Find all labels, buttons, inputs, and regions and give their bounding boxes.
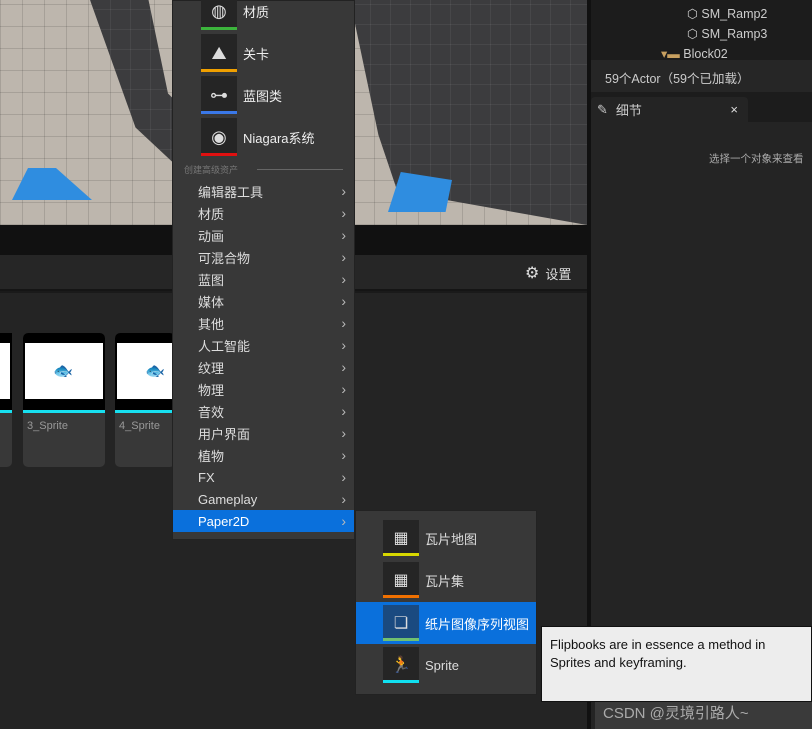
menu-item-11[interactable]: 用户界面 › bbox=[173, 422, 354, 444]
menu-item-7[interactable]: 人工智能 › bbox=[173, 334, 354, 356]
add-asset-menu: ◍ 材质 ⛰ 关卡 ⊶ 蓝图类 ◉ Niagara系统 创建高级资产 编辑器工具 › 材质 ›… bbox=[172, 0, 355, 540]
submenu-item-flipbook[interactable]: ❏ 纸片图像序列视图 bbox=[356, 602, 536, 644]
close-icon[interactable]: × bbox=[730, 102, 738, 117]
outliner-folder[interactable]: ▾▬ Block02 bbox=[661, 46, 728, 61]
menu-item-15[interactable]: Paper2D › bbox=[173, 510, 354, 532]
niagara-cube-icon: ◉ bbox=[201, 118, 237, 156]
folder-icon: ▾▬ bbox=[661, 47, 684, 61]
chevron-right-icon: › bbox=[341, 469, 346, 485]
submenu-item-sprite[interactable]: 🏃 Sprite bbox=[356, 644, 536, 686]
menu-item-14[interactable]: Gameplay › bbox=[173, 488, 354, 510]
gear-icon: ⚙ bbox=[525, 265, 540, 282]
pencil-icon: ✎ bbox=[597, 101, 608, 117]
chevron-right-icon: › bbox=[341, 337, 346, 353]
chevron-right-icon: › bbox=[341, 447, 346, 463]
wall-shape bbox=[350, 0, 587, 225]
paper2d-submenu: ▦ 瓦片地图 ▦ 瓦片集 ❏ 纸片图像序列视图 🏃 Sprite bbox=[355, 510, 537, 695]
section-header: 创建高级资产 bbox=[184, 165, 239, 175]
menu-item-blueprint-class[interactable]: ⊶ 蓝图类 bbox=[201, 75, 282, 115]
chevron-right-icon: › bbox=[341, 227, 346, 243]
chevron-right-icon: › bbox=[341, 249, 346, 265]
asset-thumbnail[interactable]: 🐟 4_Sprite bbox=[115, 333, 175, 467]
chevron-right-icon: › bbox=[341, 513, 346, 529]
menu-item-5[interactable]: 媒体 › bbox=[173, 290, 354, 312]
chevron-right-icon: › bbox=[341, 293, 346, 309]
checker-sphere-icon: ◍ bbox=[201, 0, 237, 30]
divider bbox=[257, 169, 343, 170]
submenu-item-tile-map[interactable]: ▦ 瓦片地图 bbox=[356, 517, 536, 559]
outliner-status: 59个Actor（59个已加载） bbox=[591, 60, 812, 92]
menu-item-4[interactable]: 蓝图 › bbox=[173, 268, 354, 290]
fish-sprite-icon: 🐟 bbox=[53, 363, 73, 380]
flipbook-icon: ❏ bbox=[383, 605, 419, 641]
menu-item-8[interactable]: 纹理 › bbox=[173, 356, 354, 378]
chevron-right-icon: › bbox=[341, 271, 346, 287]
asset-thumbnail[interactable]: 🐟 3_Sprite bbox=[23, 333, 105, 467]
asset-thumbnail[interactable] bbox=[0, 333, 12, 467]
menu-item-1[interactable]: 材质 › bbox=[173, 202, 354, 224]
menu-item-12[interactable]: 植物 › bbox=[173, 444, 354, 466]
static-mesh-icon: ⬡ bbox=[687, 7, 702, 21]
tooltip: Flipbooks are in essence a method in Spr… bbox=[541, 626, 812, 702]
menu-item-3[interactable]: 可混合物 › bbox=[173, 246, 354, 268]
menu-item-material[interactable]: ◍ 材质 bbox=[201, 0, 269, 31]
menu-item-level[interactable]: ⛰ 关卡 bbox=[201, 33, 269, 73]
chevron-right-icon: › bbox=[341, 491, 346, 507]
chevron-right-icon: › bbox=[341, 205, 346, 221]
menu-item-niagara[interactable]: ◉ Niagara系统 bbox=[201, 117, 315, 157]
fish-sprite-icon: 🐟 bbox=[145, 363, 165, 380]
outliner-item[interactable]: ⬡ SM_Ramp3 bbox=[687, 26, 767, 41]
chevron-right-icon: › bbox=[341, 315, 346, 331]
right-panel: ⬡ SM_Ramp2 ⬡ SM_Ramp3 ▾▬ Block02 59个Acto… bbox=[587, 0, 812, 729]
blue-ramp bbox=[12, 168, 92, 200]
settings-button[interactable]: ⚙ 设置 bbox=[525, 263, 571, 283]
blueprint-node-icon: ⊶ bbox=[201, 76, 237, 114]
submenu-item-tile-set[interactable]: ▦ 瓦片集 bbox=[356, 559, 536, 601]
tile-grid-icon: ▦ bbox=[383, 562, 419, 598]
chevron-right-icon: › bbox=[341, 425, 346, 441]
tile-grid-icon: ▦ bbox=[383, 520, 419, 556]
tab-details[interactable]: ✎ 细节 × bbox=[591, 97, 748, 122]
menu-item-6[interactable]: 其他 › bbox=[173, 312, 354, 334]
mountain-icon: ⛰ bbox=[201, 34, 237, 72]
static-mesh-icon: ⬡ bbox=[687, 27, 702, 41]
chevron-right-icon: › bbox=[341, 183, 346, 199]
chevron-right-icon: › bbox=[341, 403, 346, 419]
menu-item-13[interactable]: FX › bbox=[173, 466, 354, 488]
outliner-item[interactable]: ⬡ SM_Ramp2 bbox=[687, 6, 767, 21]
chevron-right-icon: › bbox=[341, 359, 346, 375]
chevron-right-icon: › bbox=[341, 381, 346, 397]
menu-item-0[interactable]: 编辑器工具 › bbox=[173, 180, 354, 202]
menu-item-9[interactable]: 物理 › bbox=[173, 378, 354, 400]
sprite-runner-icon: 🏃 bbox=[383, 647, 419, 683]
menu-item-2[interactable]: 动画 › bbox=[173, 224, 354, 246]
menu-item-10[interactable]: 音效 › bbox=[173, 400, 354, 422]
